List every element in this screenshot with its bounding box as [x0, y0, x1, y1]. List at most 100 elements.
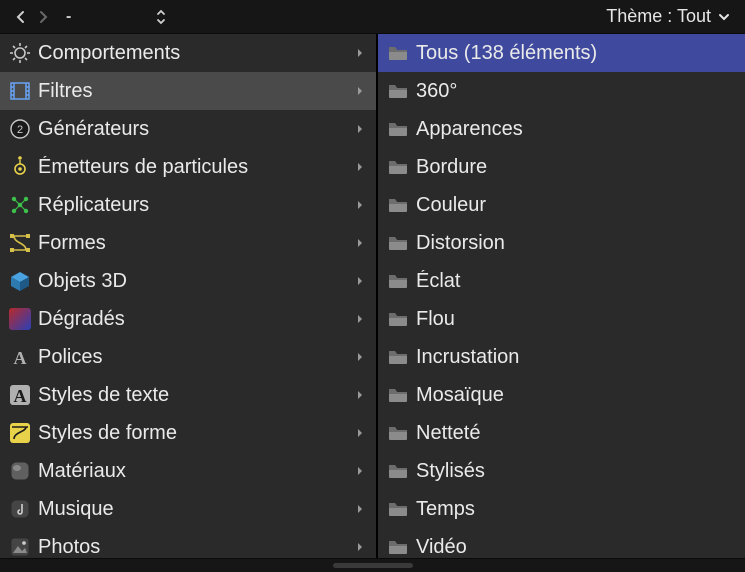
folder-icon: [384, 191, 412, 219]
subcategory-row[interactable]: 360°: [378, 72, 745, 110]
chevron-right-icon: [352, 161, 368, 173]
subcategory-row[interactable]: Netteté: [378, 414, 745, 452]
category-row[interactable]: Styles de forme: [0, 414, 376, 452]
category-label: Styles de texte: [38, 384, 352, 407]
folder-icon: [384, 305, 412, 333]
chevron-right-icon: [352, 465, 368, 477]
category-row[interactable]: Formes: [0, 224, 376, 262]
gradient-icon: [6, 305, 34, 333]
path-expand-button[interactable]: [155, 8, 167, 26]
theme-popup-label: Thème : Tout: [606, 6, 711, 27]
category-row[interactable]: Objets 3D: [0, 262, 376, 300]
subcategory-label: Mosaïque: [416, 384, 737, 407]
category-row[interactable]: Musique: [0, 490, 376, 528]
subcategory-row[interactable]: Distorsion: [378, 224, 745, 262]
generator-icon: 2: [6, 115, 34, 143]
folder-icon: [384, 457, 412, 485]
folder-icon: [384, 419, 412, 447]
subcategory-row[interactable]: Vidéo: [378, 528, 745, 558]
path-popup[interactable]: -: [66, 8, 71, 26]
category-row[interactable]: AStyles de texte: [0, 376, 376, 414]
folder-icon: [384, 267, 412, 295]
subcategory-label: Stylisés: [416, 460, 737, 483]
category-row[interactable]: Comportements: [0, 34, 376, 72]
chevron-right-icon: [352, 351, 368, 363]
folder-icon: [384, 343, 412, 371]
music-icon: [6, 495, 34, 523]
category-label: Polices: [38, 346, 352, 369]
subcategory-row[interactable]: Temps: [378, 490, 745, 528]
folder-icon: [384, 229, 412, 257]
chevron-left-icon: [14, 10, 28, 24]
subcategory-row[interactable]: Bordure: [378, 148, 745, 186]
folder-icon: [384, 153, 412, 181]
folder-icon: [384, 39, 412, 67]
svg-text:2: 2: [17, 124, 23, 136]
font-icon: A: [6, 343, 34, 371]
column-browser: Comportements Filtres 2 Générateurs Émetteur…: [0, 34, 745, 558]
chevron-right-icon: [352, 237, 368, 249]
theme-popup[interactable]: Thème : Tout: [602, 4, 735, 29]
category-row[interactable]: Filtres: [0, 72, 376, 110]
subcategory-label: Couleur: [416, 194, 737, 217]
library-panel: - Thème : Tout Comportements Filtres 2 Géné…: [0, 0, 745, 572]
category-row[interactable]: Réplicateurs: [0, 186, 376, 224]
chevron-right-icon: [352, 427, 368, 439]
back-button[interactable]: [10, 6, 32, 28]
subcategory-label: Temps: [416, 498, 737, 521]
chevron-right-icon: [352, 123, 368, 135]
svg-text:A: A: [14, 348, 27, 368]
category-label: Émetteurs de particules: [38, 156, 352, 179]
shape-icon: [6, 229, 34, 257]
chevron-right-icon: [352, 389, 368, 401]
subcategory-column[interactable]: Tous (138 éléments) 360° ApparencesBordure…: [378, 34, 745, 558]
category-label: Générateurs: [38, 118, 352, 141]
folder-icon: [384, 533, 412, 558]
folder-icon: [384, 115, 412, 143]
textstyle-icon: A: [6, 381, 34, 409]
category-row[interactable]: 2 Générateurs: [0, 110, 376, 148]
subcategory-row[interactable]: Éclat: [378, 262, 745, 300]
panel-footer: [0, 558, 745, 572]
subcategory-row[interactable]: Stylisés: [378, 452, 745, 490]
category-label: Dégradés: [38, 308, 352, 331]
category-row[interactable]: Matériaux: [0, 452, 376, 490]
material-icon: [6, 457, 34, 485]
subcategory-row[interactable]: Incrustation: [378, 338, 745, 376]
category-row[interactable]: Photos: [0, 528, 376, 558]
film-icon: [6, 77, 34, 105]
subcategory-label: Flou: [416, 308, 737, 331]
category-row[interactable]: Émetteurs de particules: [0, 148, 376, 186]
category-label: Réplicateurs: [38, 194, 352, 217]
chevron-right-icon: [352, 47, 368, 59]
replicator-icon: [6, 191, 34, 219]
subcategory-label: Distorsion: [416, 232, 737, 255]
emitter-icon: [6, 153, 34, 181]
category-row[interactable]: Dégradés: [0, 300, 376, 338]
subcategory-label: 360°: [416, 80, 737, 103]
chevron-right-icon: [352, 275, 368, 287]
resize-grip[interactable]: [333, 563, 413, 568]
subcategory-row[interactable]: Couleur: [378, 186, 745, 224]
subcategory-row[interactable]: Flou: [378, 300, 745, 338]
category-row[interactable]: A Polices: [0, 338, 376, 376]
category-column[interactable]: Comportements Filtres 2 Générateurs Émetteur…: [0, 34, 378, 558]
chevron-right-icon: [36, 10, 50, 24]
cube-icon: [6, 267, 34, 295]
chevron-right-icon: [352, 313, 368, 325]
subcategory-row[interactable]: Apparences: [378, 110, 745, 148]
subcategory-label: Incrustation: [416, 346, 737, 369]
subcategory-row[interactable]: Tous (138 éléments): [378, 34, 745, 72]
subcategory-row[interactable]: Mosaïque: [378, 376, 745, 414]
subcategory-label: Vidéo: [416, 536, 737, 559]
chevron-right-icon: [352, 199, 368, 211]
category-label: Matériaux: [38, 460, 352, 483]
category-label: Formes: [38, 232, 352, 255]
gear-icon: [6, 39, 34, 67]
folder-icon: [384, 381, 412, 409]
toolbar: - Thème : Tout: [0, 0, 745, 34]
category-label: Comportements: [38, 42, 352, 65]
shapestyle-icon: [6, 419, 34, 447]
up-down-chevron-icon: [155, 8, 167, 26]
forward-button[interactable]: [32, 6, 54, 28]
